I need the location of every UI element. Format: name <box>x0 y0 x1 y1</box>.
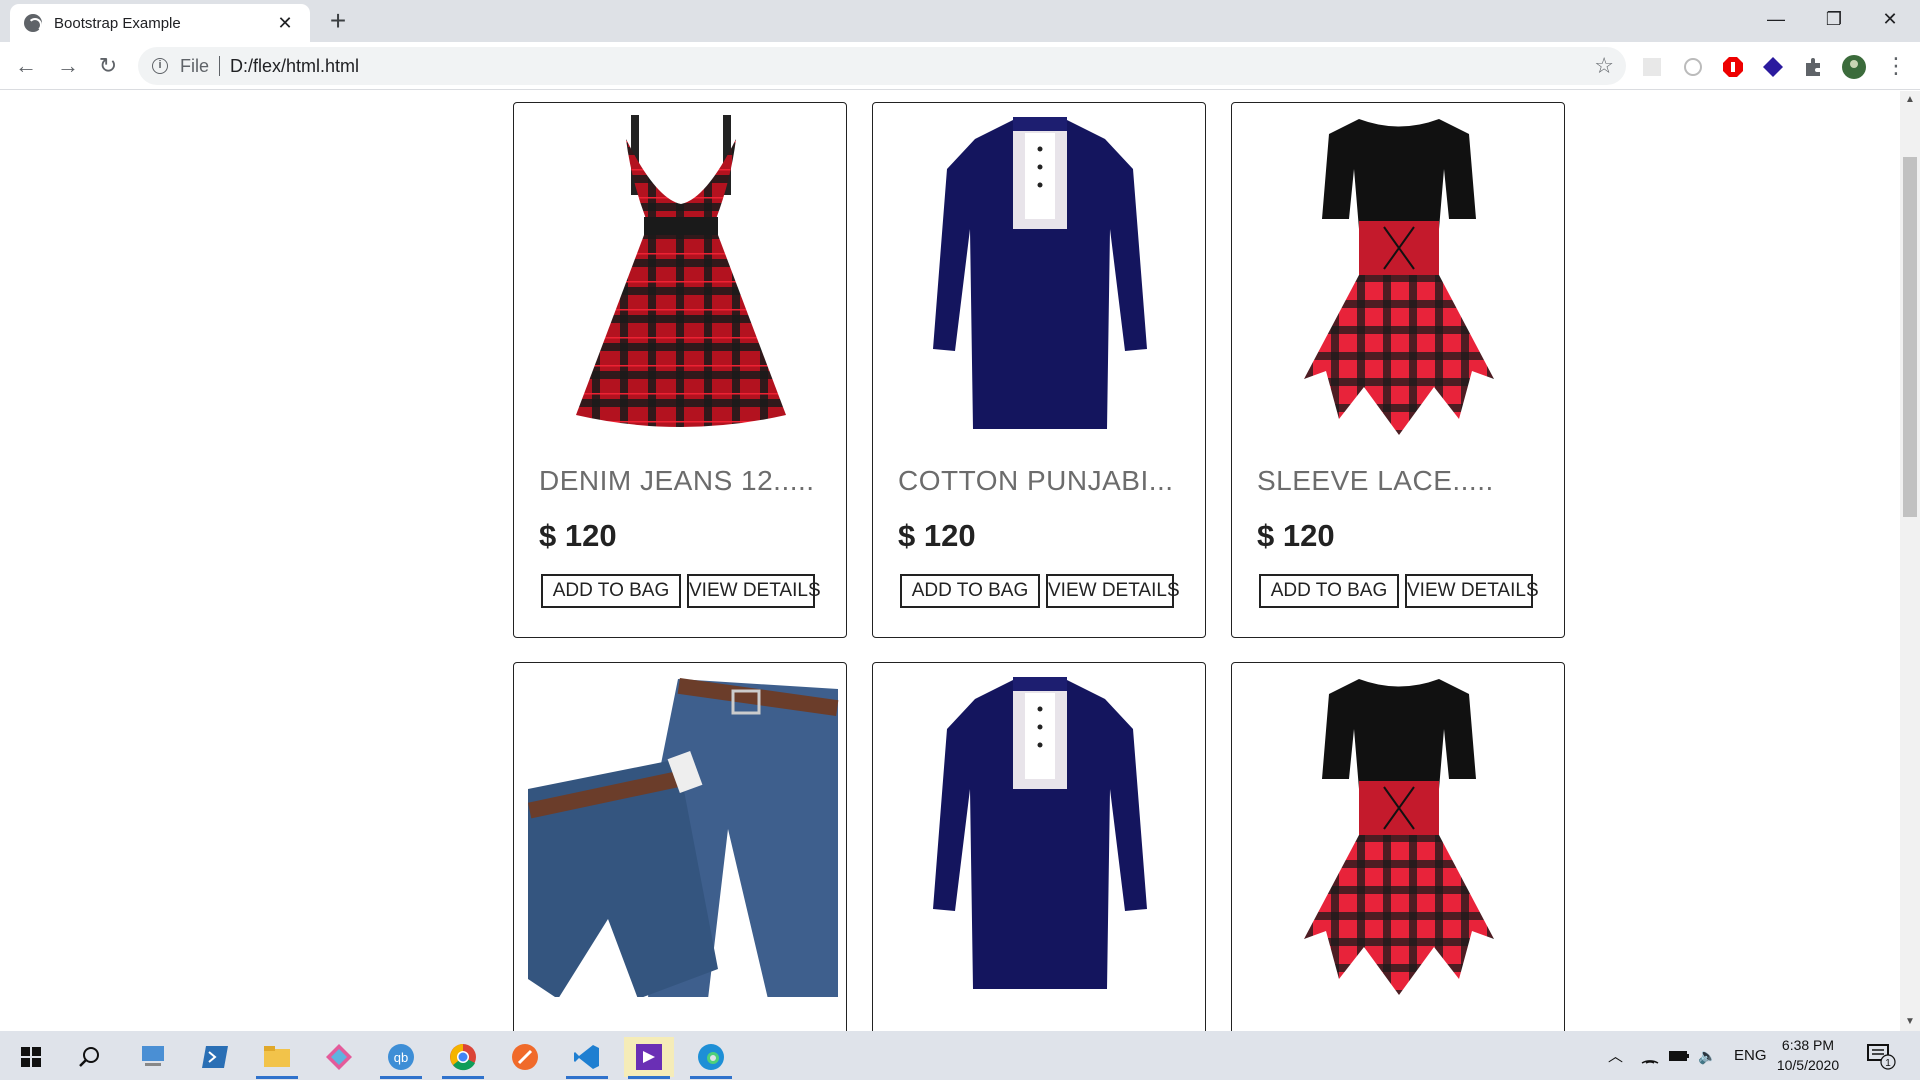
product-card: DENIM JEANS 12..... $ 120 ADD TO BAG VIE… <box>513 102 847 638</box>
tab-title: Bootstrap Example <box>54 14 181 32</box>
add-to-bag-button[interactable]: ADD TO BAG <box>541 574 681 608</box>
navy-punjabi-image <box>933 117 1147 429</box>
add-to-bag-button[interactable]: ADD TO BAG <box>1259 574 1399 608</box>
notification-center-icon[interactable]: 1 <box>1866 1031 1896 1080</box>
globe-icon <box>24 14 42 32</box>
url-text[interactable]: D:/flex/html.html <box>230 56 359 77</box>
powershell-icon[interactable] <box>190 1037 240 1077</box>
scrollbar-thumb[interactable] <box>1903 157 1917 517</box>
show-hidden-icons-chevron-icon[interactable]: ︿ <box>1608 1031 1623 1080</box>
extension-blank-icon[interactable] <box>1641 56 1663 78</box>
puzzle-extensions-icon[interactable] <box>1802 56 1824 78</box>
lace-dress-image <box>1304 119 1494 435</box>
vertical-scrollbar[interactable]: ▲ ▼ <box>1900 91 1920 1031</box>
product-card: SLEEVE LACE..... $ 120 ADD TO BAG VIEW D… <box>1231 102 1565 638</box>
clock-time: 6:38 PM <box>1781 1037 1835 1053</box>
forward-arrow-icon[interactable]: → <box>52 50 84 82</box>
extension-diamond-icon[interactable] <box>1762 56 1784 78</box>
tab-close-icon[interactable]: ✕ <box>274 13 296 34</box>
info-icon[interactable]: i <box>152 58 168 74</box>
url-scheme: File <box>180 55 210 76</box>
new-tab-button[interactable]: + <box>322 6 354 38</box>
tab-strip: Bootstrap Example ✕ + — ❐ ✕ <box>0 0 1920 42</box>
this-pc-icon[interactable] <box>128 1037 178 1077</box>
product-name: DENIM JEANS 12..... <box>539 465 815 496</box>
battery-icon[interactable] <box>1668 1031 1690 1080</box>
visual-studio-icon[interactable] <box>624 1037 674 1079</box>
product-price: $ 120 <box>1257 518 1335 553</box>
url-separator <box>219 56 221 76</box>
scroll-up-arrow-icon[interactable]: ▲ <box>1900 91 1920 109</box>
language-indicator[interactable]: ENG <box>1734 1031 1767 1080</box>
view-details-button[interactable]: VIEW DETAILS <box>1405 574 1539 608</box>
product-name: SLEEVE LACE..... <box>1257 465 1494 496</box>
view-details-button[interactable]: VIEW DETAILS <box>1046 574 1180 608</box>
product-price: $ 120 <box>898 518 976 553</box>
vscode-icon[interactable] <box>562 1037 612 1079</box>
windows-start-icon[interactable] <box>6 1037 56 1077</box>
search-icon[interactable] <box>64 1037 114 1077</box>
edge-icon[interactable] <box>686 1037 736 1079</box>
network-icon[interactable] <box>1640 1031 1660 1080</box>
product-name: COTTON PUNJABI... <box>898 465 1174 496</box>
restore-button[interactable]: ❐ <box>1806 0 1862 38</box>
product-card <box>513 662 847 1031</box>
view-details-button[interactable]: VIEW DETAILS <box>687 574 821 608</box>
browser-tab[interactable]: Bootstrap Example ✕ <box>10 4 310 42</box>
minimize-button[interactable]: — <box>1748 0 1804 38</box>
product-price: $ 120 <box>539 518 617 553</box>
profile-avatar[interactable] <box>1841 54 1867 80</box>
windows-taskbar: qb ︿ 🔈 ENG 6:38 PM 10/5/2020 1 <box>0 1031 1920 1080</box>
back-arrow-icon[interactable]: ← <box>10 50 42 82</box>
plaid-dress-image <box>576 115 786 427</box>
navy-punjabi-image <box>933 677 1147 989</box>
add-to-bag-button[interactable]: ADD TO BAG <box>900 574 1040 608</box>
compass-app-icon[interactable] <box>500 1037 550 1077</box>
address-bar[interactable]: i File D:/flex/html.html ☆ <box>138 47 1626 85</box>
speaker-icon[interactable]: 🔈 <box>1698 1031 1717 1080</box>
product-card <box>872 662 1206 1031</box>
browser-toolbar: ← → ↻ i File D:/flex/html.html ☆ ⋮ <box>0 42 1920 90</box>
clock-date: 10/5/2020 <box>1776 1057 1840 1073</box>
bookmark-star-icon[interactable]: ☆ <box>1594 53 1614 79</box>
denim-jeans-image <box>527 677 839 997</box>
product-card <box>1231 662 1565 1031</box>
close-window-button[interactable]: ✕ <box>1862 0 1918 38</box>
reload-icon[interactable]: ↻ <box>92 50 124 82</box>
page-viewport: DENIM JEANS 12..... $ 120 ADD TO BAG VIE… <box>0 91 1900 1031</box>
colorful-app-icon[interactable] <box>314 1037 364 1077</box>
notification-count: 1 <box>1885 1058 1891 1069</box>
extension-circle-icon[interactable] <box>1682 56 1704 78</box>
menu-kebab-icon[interactable]: ⋮ <box>1880 50 1912 82</box>
lace-dress-image <box>1304 679 1494 995</box>
system-clock[interactable]: 6:38 PM 10/5/2020 <box>1768 1035 1848 1075</box>
qbittorrent-icon[interactable]: qb <box>376 1037 426 1079</box>
scroll-down-arrow-icon[interactable]: ▼ <box>1900 1013 1920 1031</box>
chrome-icon[interactable] <box>438 1037 488 1079</box>
svg-text:qb: qb <box>394 1050 408 1065</box>
file-explorer-icon[interactable] <box>252 1037 302 1079</box>
product-card: COTTON PUNJABI... $ 120 ADD TO BAG VIEW … <box>872 102 1206 638</box>
adblock-icon[interactable] <box>1722 56 1744 78</box>
